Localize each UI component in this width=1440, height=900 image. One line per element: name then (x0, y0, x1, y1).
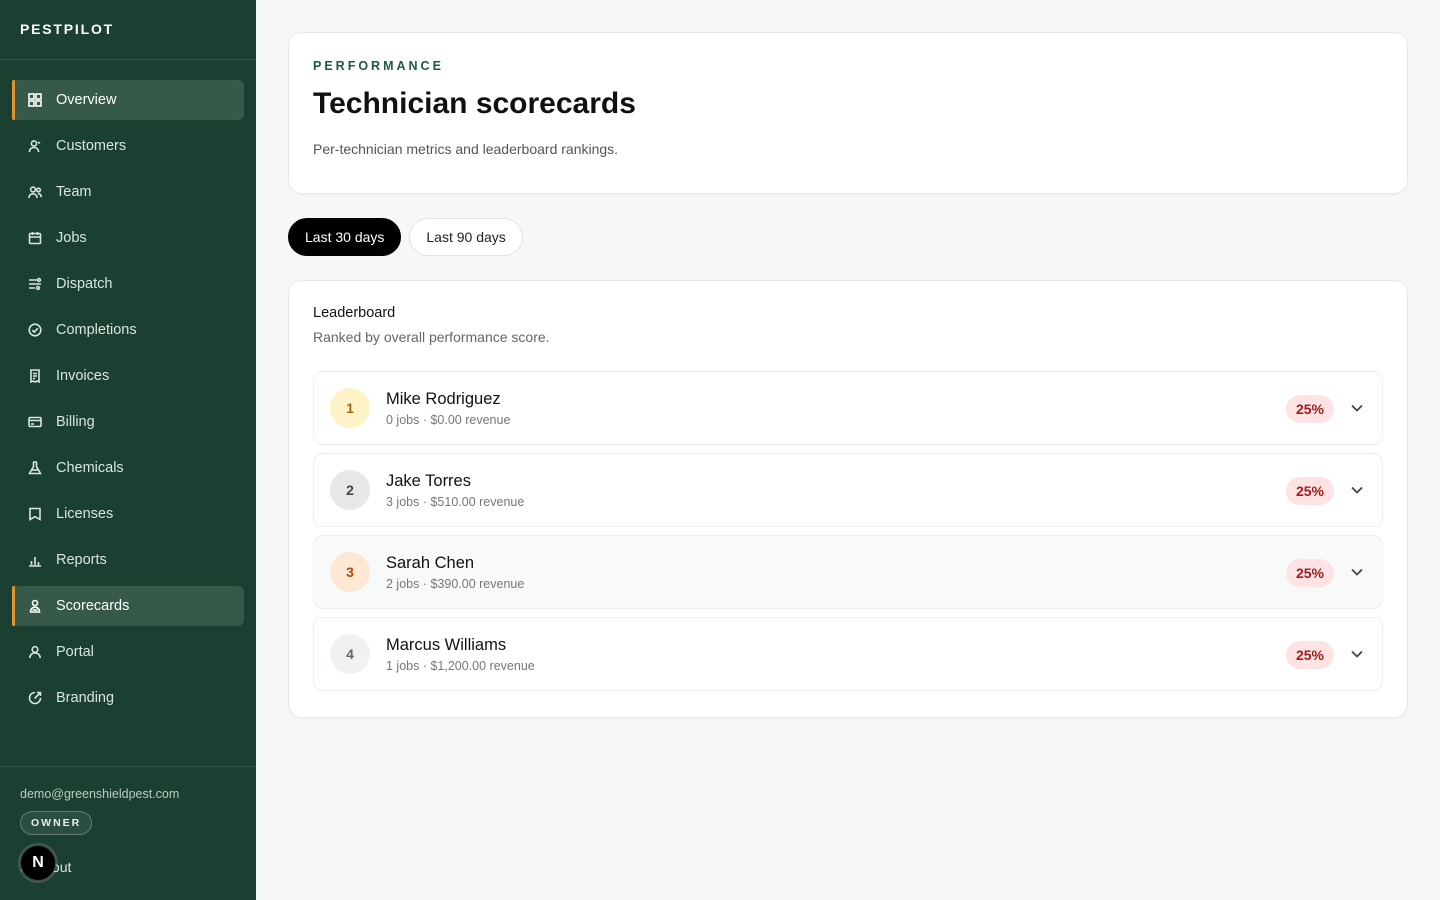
rank-badge: 4 (330, 634, 370, 674)
leaderboard-row[interactable]: 3 Sarah Chen 2 jobs · $390.00 revenue 25… (313, 535, 1383, 609)
bar-chart-icon (28, 553, 42, 567)
leaderboard-card: Leaderboard Ranked by overall performanc… (288, 280, 1408, 718)
technician-name: Mike Rodriguez (386, 389, 501, 408)
page-header: PERFORMANCE Technician scorecards Per-te… (288, 32, 1408, 194)
score-badge: 25% (1285, 477, 1334, 505)
page-subtitle: Per-technician metrics and leaderboard r… (313, 141, 619, 157)
sidebar-footer: demo@greenshieldpest.com OWNER Sign out … (0, 766, 256, 900)
page-title: Technician scorecards (313, 87, 636, 120)
app-logo: PESTPILOT (0, 0, 256, 60)
grid-icon (28, 93, 42, 107)
sidebar-item-reports[interactable]: Reports (12, 540, 244, 580)
period-tabs: Last 30 days Last 90 days (288, 218, 1408, 256)
technician-info: Mike Rodriguez 0 jobs · $0.00 revenue (386, 390, 510, 427)
sidebar-item-billing[interactable]: Billing (12, 402, 244, 442)
technician-info: Sarah Chen 2 jobs · $390.00 revenue (386, 554, 524, 591)
sidebar-item-label: Team (56, 184, 92, 200)
sidebar-nav: Overview Customers Team Jobs Dispatch Co… (0, 60, 256, 718)
dispatch-icon (28, 277, 42, 291)
sidebar-item-invoices[interactable]: Invoices (12, 356, 244, 396)
sidebar-item-label: Branding (56, 690, 115, 706)
sidebar-item-overview[interactable]: Overview (12, 80, 244, 120)
chevron-down-icon[interactable] (1350, 565, 1364, 579)
rank-badge: 1 (330, 388, 370, 428)
technician-info: Marcus Williams 1 jobs · $1,200.00 reven… (386, 636, 535, 673)
sidebar-item-label: Portal (56, 644, 94, 660)
technician-meta: 3 jobs · $510.00 revenue (386, 494, 525, 509)
sidebar-item-portal[interactable]: Portal (12, 632, 244, 672)
sidebar-item-label: Billing (56, 414, 95, 430)
sidebar-item-label: Reports (56, 552, 107, 568)
sidebar-item-label: Licenses (56, 506, 114, 522)
palette-icon (28, 691, 42, 705)
rank-badge: 3 (330, 552, 370, 592)
score-badge: 25% (1285, 559, 1334, 587)
sidebar-item-customers[interactable]: Customers (12, 126, 244, 166)
tab-last-90-days[interactable]: Last 90 days (409, 218, 523, 256)
score-badge: 25% (1285, 395, 1334, 423)
technician-name: Sarah Chen (386, 553, 475, 572)
sidebar-item-completions[interactable]: Completions (12, 310, 244, 350)
leaderboard-row[interactable]: 1 Mike Rodriguez 0 jobs · $0.00 revenue … (313, 371, 1383, 445)
chevron-down-icon[interactable] (1350, 647, 1364, 661)
sidebar-item-team[interactable]: Team (12, 172, 244, 212)
receipt-icon (28, 369, 42, 383)
dev-tools-badge[interactable]: N (20, 845, 56, 881)
sidebar-item-label: Overview (56, 92, 117, 108)
calendar-icon (28, 231, 42, 245)
flask-icon (28, 461, 42, 475)
sidebar-item-chemicals[interactable]: Chemicals (12, 448, 244, 488)
sidebar-item-scorecards[interactable]: Scorecards (12, 586, 244, 626)
role-badge: OWNER (20, 811, 93, 835)
sidebar-item-label: Invoices (56, 368, 110, 384)
sidebar-item-jobs[interactable]: Jobs (12, 218, 244, 258)
technician-meta: 0 jobs · $0.00 revenue (386, 412, 511, 427)
main-content: PERFORMANCE Technician scorecards Per-te… (288, 32, 1408, 718)
user-email: demo@greenshieldpest.com (20, 787, 180, 801)
leaderboard-list: 1 Mike Rodriguez 0 jobs · $0.00 revenue … (313, 371, 1383, 691)
technician-info: Jake Torres 3 jobs · $510.00 revenue (386, 472, 524, 509)
badge-icon (28, 599, 42, 613)
sidebar-item-label: Dispatch (56, 276, 113, 292)
sidebar-item-licenses[interactable]: Licenses (12, 494, 244, 534)
technician-name: Jake Torres (386, 471, 471, 490)
page-eyebrow: PERFORMANCE (313, 59, 444, 73)
technician-meta: 1 jobs · $1,200.00 revenue (386, 658, 535, 673)
sidebar-item-branding[interactable]: Branding (12, 678, 244, 718)
license-icon (28, 507, 42, 521)
chevron-down-icon[interactable] (1350, 483, 1364, 497)
check-circle-icon (28, 323, 42, 337)
sidebar: PESTPILOT Overview Customers Team Jobs D… (0, 0, 256, 900)
technician-meta: 2 jobs · $390.00 revenue (386, 576, 525, 591)
leaderboard-title: Leaderboard (313, 305, 396, 321)
chevron-down-icon[interactable] (1350, 401, 1364, 415)
credit-card-icon (28, 415, 42, 429)
rank-badge: 2 (330, 470, 370, 510)
leaderboard-row[interactable]: 4 Marcus Williams 1 jobs · $1,200.00 rev… (313, 617, 1383, 691)
customer-icon (28, 139, 42, 153)
leaderboard-subtitle: Ranked by overall performance score. (313, 329, 550, 345)
team-icon (28, 185, 42, 199)
sidebar-item-dispatch[interactable]: Dispatch (12, 264, 244, 304)
score-badge: 25% (1285, 641, 1334, 669)
user-icon (28, 645, 42, 659)
sidebar-item-label: Jobs (56, 230, 87, 246)
sidebar-item-label: Completions (56, 322, 137, 338)
sidebar-item-label: Chemicals (56, 460, 124, 476)
technician-name: Marcus Williams (386, 635, 507, 654)
tab-last-30-days[interactable]: Last 30 days (288, 218, 402, 256)
sidebar-item-label: Customers (56, 138, 127, 154)
sidebar-item-label: Scorecards (56, 598, 130, 614)
leaderboard-row[interactable]: 2 Jake Torres 3 jobs · $510.00 revenue 2… (313, 453, 1383, 527)
